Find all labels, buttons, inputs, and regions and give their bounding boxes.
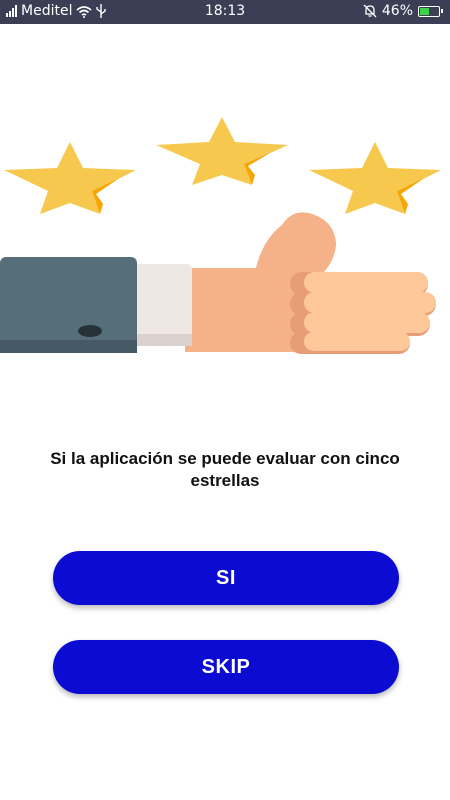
yes-button[interactable]: SI	[53, 551, 399, 605]
status-right: 46%	[363, 3, 443, 19]
star-middle	[156, 117, 288, 185]
thumbs-up-five-stars-illustration	[0, 117, 441, 354]
skip-button[interactable]: SKIP	[53, 640, 399, 694]
rating-question: Si la aplicación se puede evaluar con ci…	[50, 449, 400, 490]
sleeve-button	[78, 325, 102, 337]
battery-charging-icon	[418, 5, 443, 17]
jacket-sleeve	[0, 257, 137, 353]
bell-off-icon	[363, 4, 377, 18]
star-left	[4, 142, 136, 214]
battery-percent: 46%	[381, 3, 413, 19]
thumbs-up-hand	[185, 212, 436, 354]
star-right	[309, 142, 441, 214]
status-bar: Meditel 18:13 46%	[0, 0, 450, 24]
